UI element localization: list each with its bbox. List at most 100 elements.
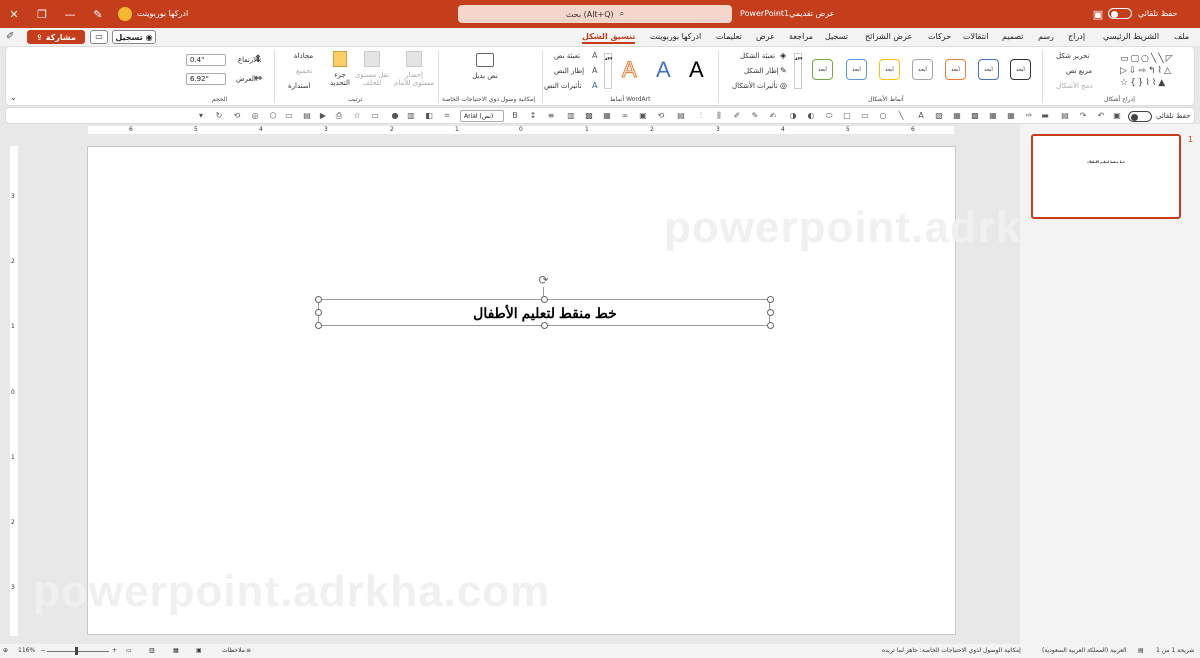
shape-style-2[interactable]: أبجد [846,59,867,80]
text-effects-button[interactable]: تأثيرات النص [544,82,582,90]
fit-slide-icon[interactable]: ⊕ [3,647,8,654]
title-textbox[interactable]: خط منقط لتعليم الأطفال [315,296,774,329]
zoom-out-icon[interactable]: − [40,647,45,654]
normal-view-icon[interactable]: ▣ [196,647,202,654]
shape-styles-scroll[interactable]: ▴▾▾ [794,53,803,89]
color-picker-icon[interactable]: ▥ [566,111,576,121]
group-icon[interactable]: ▣ [638,111,648,121]
smartart-icon[interactable]: ▧ [934,111,944,121]
shape-style-3[interactable]: أبجد [879,59,900,80]
zoom-level[interactable]: 116% [18,647,35,654]
wordart-scroll[interactable]: ▴▾▾ [604,53,613,89]
send-backward-button[interactable]: نقل مستوى للخلف [354,71,390,87]
search-placeholder[interactable]: بحث (Alt+Q) [566,10,614,19]
rotate-button[interactable]: استدارة [288,82,311,90]
undo-icon[interactable]: ↶ [1096,111,1106,121]
language-indicator[interactable]: العربية (المملكة العربية السعودية) [1042,647,1127,654]
tab-review[interactable]: مراجعة [789,32,813,41]
cube-icon[interactable]: ⬡ [268,111,278,121]
align-icon[interactable]: ⫼ [714,111,724,121]
eraser-icon[interactable]: ✐ [732,111,742,121]
merge-shapes-button[interactable]: دمج الأشكال [1056,82,1093,90]
slide-thumbnail[interactable]: خط منقط لتعليم الأطفال [1031,134,1181,219]
notes-button[interactable]: ملاحظات [222,647,245,654]
share-button[interactable]: ⇪ مشاركة [27,30,85,44]
shape-effects-icon[interactable]: ◐ [806,111,816,121]
tab-animations[interactable]: حركات [928,32,951,41]
shape-outline-button[interactable]: إطار الشكل [744,67,779,75]
resize-handle[interactable] [315,296,322,303]
star-icon[interactable]: ☆ [352,111,362,121]
zoom-in-icon[interactable]: + [112,647,117,654]
line-icon[interactable]: ╲ [896,111,906,121]
comment-icon[interactable]: ▭ [284,111,294,121]
resize-handle[interactable] [315,322,322,329]
shape-effects-button[interactable]: تأثيرات الأشكال [732,82,778,90]
text-box-button[interactable]: مربع نص [1066,67,1092,75]
height-field[interactable]: 0.4" [186,54,226,66]
layout-icon[interactable]: ▦ [1006,111,1016,121]
alt-text-button[interactable]: نص بديل [468,72,502,80]
bold-icon[interactable]: B [510,111,520,121]
tab-shape-format[interactable]: تنسيق الشكل [582,32,636,44]
shape-style-7[interactable]: أبجد [1010,59,1031,80]
resize-handle[interactable] [541,296,548,303]
resize-handle[interactable] [767,322,774,329]
pen-icon[interactable]: ✎ [750,111,760,121]
align-button[interactable]: محاذاة [294,52,313,60]
spiral-icon[interactable]: ◎ [250,111,260,121]
resize-handle[interactable] [541,322,548,329]
comment-pen-icon[interactable]: ✐ [6,31,14,42]
slideshow-icon[interactable]: ▭ [126,647,132,654]
grid-icon[interactable]: ▦ [988,111,998,121]
restore-icon[interactable]: ❐ [34,6,50,22]
wordart-style-orange[interactable]: A [622,57,638,83]
save-icon[interactable]: ▣ [1090,6,1106,22]
shape-style-6[interactable]: أبجد [978,59,999,80]
tab-home[interactable]: الشريط الرئيسي [1103,32,1159,41]
group-button[interactable]: تجميع [296,67,312,75]
table-icon[interactable]: ▦ [952,111,962,121]
selection-pane-button[interactable]: جزء التحديد [326,71,354,87]
spellcheck-icon[interactable]: ▤ [1138,647,1144,654]
textbox-icon[interactable]: A [916,111,926,121]
accessibility-status[interactable]: إمكانية الوصول لذوي الاحتياجات الخاصة: ج… [882,647,1021,654]
tab-design[interactable]: تصميم [1002,32,1024,41]
office-icon[interactable]: ◧ [424,111,434,121]
wordart-style-black[interactable]: A [689,57,704,83]
zoom-slider[interactable] [47,651,109,652]
ruler-icon[interactable]: ▭ [370,111,380,121]
image-icon[interactable]: ▩ [584,111,594,121]
shape-fill-icon[interactable]: ◑ [788,111,798,121]
circle-icon[interactable]: ● [390,111,400,121]
redo-icon[interactable]: ↷ [1078,111,1088,121]
tab-help[interactable]: تعليمات [716,32,742,41]
text-direction-icon[interactable]: ↕ [528,111,538,121]
slide-canvas[interactable]: powerpoint.adrkha.com powerpoint.adrkha.… [33,146,1180,635]
text-color-icon[interactable]: ▬ [1040,111,1050,121]
search-box[interactable]: بحث (Alt+Q) ⌕ [458,5,732,23]
reading-view-icon[interactable]: ▥ [149,647,155,654]
distribute-icon[interactable]: ⫶ [696,111,706,121]
arrange-icon[interactable]: ▤ [676,111,686,121]
video-icon[interactable]: ▶ [318,111,328,121]
bring-forward-button[interactable]: إحضار مستوى للأمام [394,71,434,87]
autosave-toggle[interactable] [1108,8,1132,19]
brush-icon[interactable]: ✍ [768,111,778,121]
notes-icon[interactable]: ≡ [246,647,251,654]
slides-icon[interactable]: ▤ [302,111,312,121]
shape-outline-icon[interactable]: ⬭ [824,111,834,121]
wordart-style-blue[interactable]: A [656,57,671,83]
shapes-gallery[interactable]: ▭▢○╲╲◸ ▷⇩⇨↰⌇△ ☆{}⌇⌇▲ [1120,53,1192,91]
tab-adrkha[interactable]: ادركها بوربوينت [650,32,701,41]
crop-icon[interactable]: ⌗ [442,111,452,121]
rotate-handle-icon[interactable]: ⟳ [537,274,550,287]
tab-record[interactable]: تسجيل [825,32,848,41]
tab-file[interactable]: ملف [1174,32,1189,41]
pen-icon[interactable]: ✎ [90,6,106,22]
shape-style-4[interactable]: أبجد [912,59,933,80]
shape-style-5[interactable]: أبجد [945,59,966,80]
text-outline-button[interactable]: إطار النص [554,67,584,75]
close-icon[interactable]: ✕ [6,6,22,22]
font-name-field[interactable]: Arial (نص) [460,110,504,122]
